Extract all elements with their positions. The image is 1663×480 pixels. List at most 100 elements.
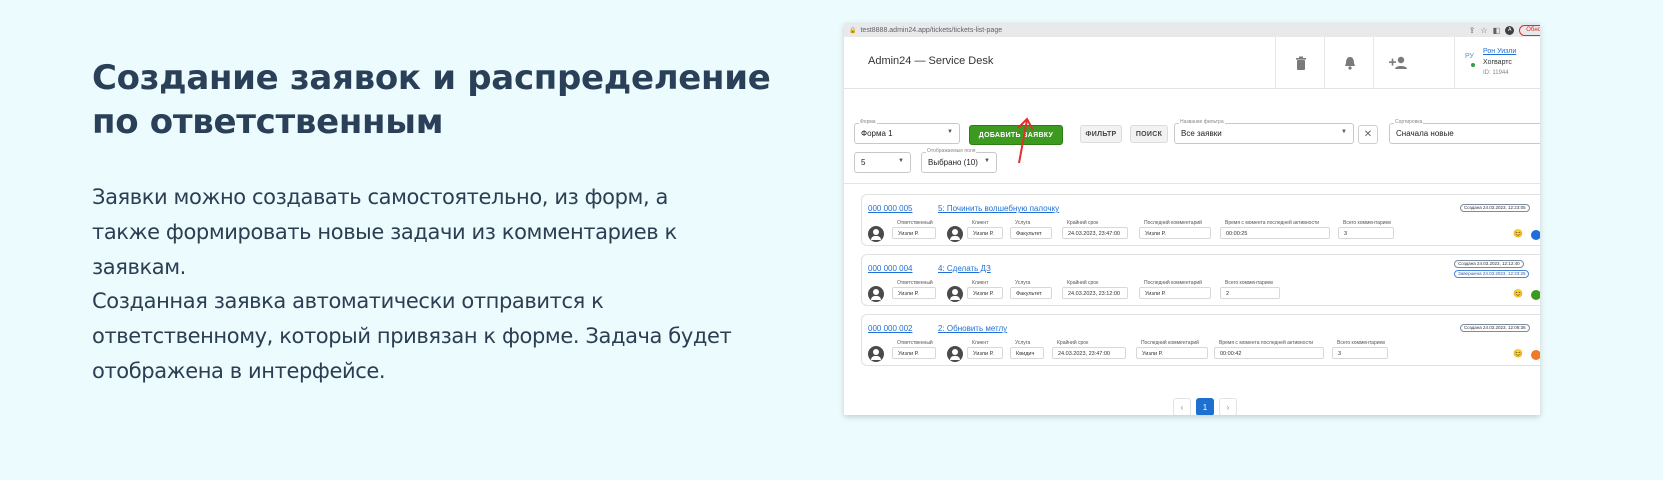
ticket-title-link[interactable]: 2: Обновить метлу [938,324,1007,333]
service-field: Услуга Факультет [1010,280,1052,299]
share-icon[interactable]: ⇪ [1469,26,1476,35]
url-text[interactable]: test8888.admin24.app/tickets/tickets-lis… [860,27,1463,34]
pagination-prev-button[interactable]: ‹ [1173,398,1191,415]
last-comment-field: Последний комментарий Уизли Р. [1139,220,1211,239]
ticket-card[interactable]: 000 000 005 5: Починить волшебную палочк… [861,194,1540,246]
field-value: 24.03.2023, 23:47:00 [1068,231,1120,237]
client-field: Клиент Уизли Р. [967,220,1003,239]
user-organization: Хогвартс [1483,59,1512,66]
client-avatar-icon [947,226,963,242]
field-label: Всего комментариев [1336,340,1386,347]
form-select-label: Форма [859,119,877,126]
filter-name-select[interactable]: Название фильтра Все заявки ▼ [1174,119,1354,144]
sort-value: Сначала новые [1396,129,1454,138]
sort-select[interactable]: Сортировка Сначала новые ▼ [1389,119,1540,144]
field-label: Клиент [971,220,990,227]
comments-count-field: Всего комментариев 2 [1220,280,1280,299]
annotation-arrow-icon [1017,117,1034,164]
field-label: Ответственный [896,280,934,287]
field-value: 3 [1344,231,1348,237]
chevron-down-icon: ▼ [984,158,990,164]
page-size-select[interactable]: 5 ▼ [854,152,911,173]
field-label: Последний комментарий [1143,220,1203,227]
responsible-avatar-icon [868,346,884,362]
field-value: Уизли Р. [1145,231,1166,237]
last-comment-field: Последний комментарий Уизли Р. [1136,340,1208,359]
sidebar-icon[interactable]: ◧ [1493,26,1501,35]
ticket-title-link[interactable]: 5: Починить волшебную палочку [938,204,1059,213]
filter-name-label: Название фильтра [1179,119,1225,126]
pagination-page-1[interactable]: 1 [1196,398,1214,415]
last-activity-field: Время с момента последней активности 00:0… [1220,220,1330,239]
field-value: Уизли Р. [898,231,919,237]
comments-count-field: Всего комментариев 3 [1338,220,1394,239]
field-label: Крайний срок [1056,340,1090,347]
client-avatar-icon [947,346,963,362]
clear-filter-button[interactable]: ✕ [1358,125,1378,144]
page-size-value: 5 [861,158,866,167]
close-icon: ✕ [1363,129,1373,140]
profile-avatar[interactable]: A [1505,25,1515,35]
field-label: Последний комментарий [1140,340,1200,347]
created-date-badge: Создана 24.03.2023, 12:23:05 [1460,204,1530,212]
field-value: Факультет [1016,291,1042,297]
client-field: Клиент Уизли Р. [967,340,1003,359]
ticket-number-link[interactable]: 000 000 002 [868,324,913,333]
bell-icon[interactable] [1324,37,1374,88]
responsible-avatar-icon [868,286,884,302]
priority-face-icon: 😊 [1513,349,1523,358]
pagination-next-button[interactable]: › [1219,398,1237,415]
visible-fields-value: Выбрано (10) [928,158,978,167]
deadline-field: Крайний срок 24.03.2023, 23:12:00 [1062,280,1128,299]
page-heading: Создание заявок и распределение по ответ… [92,58,771,142]
status-indicator [1531,290,1540,300]
language-badge[interactable]: РУ [1465,53,1474,60]
last-comment-field: Последний комментарий Уизли Р. [1139,280,1211,299]
ticket-title-link[interactable]: 4: Сделать ДЗ [938,264,991,273]
ticket-card[interactable]: 000 000 004 4: Сделать ДЗ Создана 24.03.… [861,254,1540,306]
responsible-avatar-icon [868,226,884,242]
completed-date-badge: Завершена 24.03.2023, 12:23:25 [1454,270,1530,278]
field-value: 24.03.2023, 23:12:00 [1068,291,1120,297]
visible-fields-select[interactable]: Отображаемые поля Выбрано (10) ▼ [921,148,997,173]
ticket-card[interactable]: 000 000 002 2: Обновить метлу Создана 24… [861,314,1540,366]
filter-button[interactable]: ФИЛЬТР [1080,125,1122,143]
field-value: Уизли Р. [898,351,919,357]
field-label: Время с момента последней активности [1224,220,1321,227]
field-label: Всего комментариев [1342,220,1392,227]
trash-icon[interactable] [1275,37,1325,88]
priority-face-icon: 😊 [1513,289,1523,298]
field-value: Уизли Р. [973,291,994,297]
user-profile[interactable]: РУ Рон Уизли Хогвартс ID: 11944 [1454,37,1540,88]
toolbar-divider [844,183,1540,184]
chevron-down-icon: ▼ [898,158,904,164]
visible-fields-label: Отображаемые поля [926,148,977,155]
browser-update-button[interactable]: Обно [1519,24,1540,36]
field-value: Уизли Р. [898,291,919,297]
created-date-badge: Создана 24.03.2023, 12:08:36 [1460,324,1530,332]
filter-name-value: Все заявки [1181,129,1222,138]
form-select[interactable]: Форма Форма 1 ▼ [854,119,960,144]
description-paragraph-1: Заявки можно создавать самостоятельно, и… [92,185,677,279]
user-id: ID: 11944 [1483,70,1509,76]
field-label: Услуга [1014,280,1032,287]
ticket-number-link[interactable]: 000 000 004 [868,264,913,273]
form-select-value: Форма 1 [861,129,893,138]
add-user-icon[interactable] [1373,37,1423,88]
field-label: Ответственный [896,220,934,227]
field-value: 3 [1338,351,1342,357]
field-label: Крайний срок [1066,280,1100,287]
lock-icon: 🔒 [849,27,857,34]
field-label: Время с момента последней активности [1218,340,1315,347]
field-label: Всего комментариев [1224,280,1274,287]
comments-count-field: Всего комментариев 3 [1332,340,1388,359]
field-label: Клиент [971,280,990,287]
star-icon[interactable]: ☆ [1481,26,1488,35]
responsible-field: Ответственный Уизли Р. [892,340,936,359]
ticket-number-link[interactable]: 000 000 005 [868,204,913,213]
user-name-link[interactable]: Рон Уизли [1483,48,1516,55]
search-button[interactable]: ПОИСК [1130,125,1168,143]
priority-face-icon: 😊 [1513,229,1523,238]
field-label: Крайний срок [1066,220,1100,227]
description-paragraph-2: Созданная заявка автоматически отправитс… [92,289,732,383]
